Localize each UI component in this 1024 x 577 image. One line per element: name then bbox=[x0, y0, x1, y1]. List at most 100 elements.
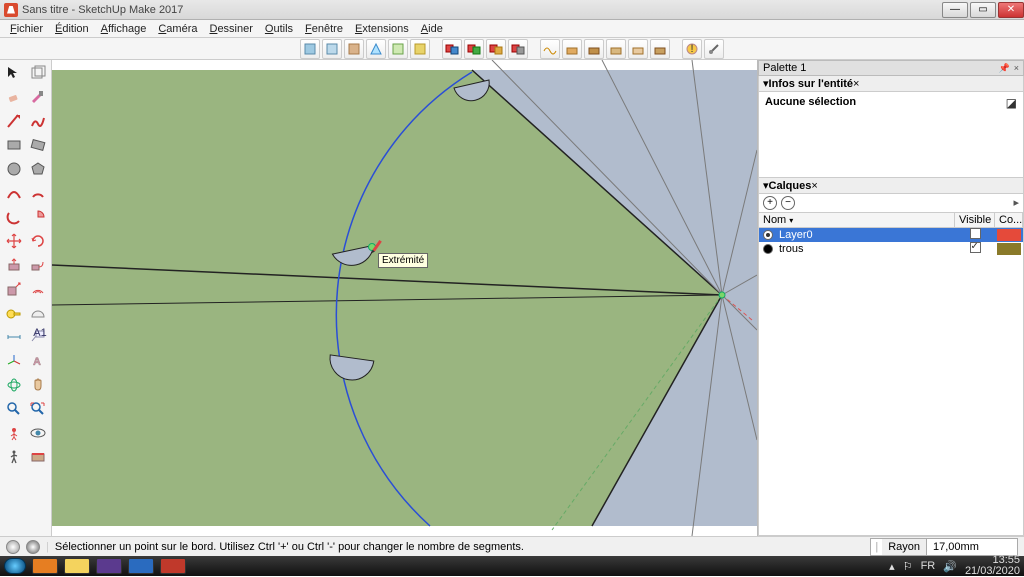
task-explorer-icon[interactable] bbox=[64, 558, 90, 574]
text-tool-icon[interactable]: A1 bbox=[27, 326, 49, 348]
task-firefox-icon[interactable] bbox=[96, 558, 122, 574]
style-shaded-icon[interactable] bbox=[300, 39, 320, 59]
layer-row[interactable]: trous bbox=[759, 242, 1023, 256]
layer-visible-checkbox[interactable] bbox=[970, 242, 981, 253]
add-layer-button[interactable]: + bbox=[763, 196, 777, 210]
rotated-rect-tool-icon[interactable] bbox=[27, 134, 49, 156]
menu-camera[interactable]: Caméra bbox=[152, 22, 203, 36]
style-mono-icon[interactable] bbox=[388, 39, 408, 59]
layer-visible-checkbox[interactable] bbox=[970, 228, 981, 239]
viewport[interactable]: Extrémité bbox=[52, 60, 757, 536]
minimize-button[interactable]: — bbox=[942, 2, 968, 18]
status-help-icon[interactable] bbox=[26, 540, 40, 554]
scale-tool-icon[interactable] bbox=[3, 278, 25, 300]
sandbox-3-icon[interactable] bbox=[584, 39, 604, 59]
axes-tool-icon[interactable] bbox=[3, 350, 25, 372]
solid-outer-shell-icon[interactable] bbox=[442, 39, 462, 59]
menu-fichier[interactable]: Fichier bbox=[4, 22, 49, 36]
layer-radio[interactable] bbox=[763, 230, 773, 240]
sandbox-2-icon[interactable] bbox=[562, 39, 582, 59]
polygon-tool-icon[interactable] bbox=[27, 158, 49, 180]
arc3-tool-icon[interactable] bbox=[3, 206, 25, 228]
tray-close-icon[interactable]: × bbox=[1014, 63, 1019, 73]
tray-volume-icon[interactable]: 🔊 bbox=[943, 560, 957, 573]
status-info-icon[interactable] bbox=[6, 540, 20, 554]
menu-aide[interactable]: Aide bbox=[415, 22, 449, 36]
circle-tool-icon[interactable] bbox=[3, 158, 25, 180]
tray-chevron-icon[interactable]: ▴ bbox=[889, 560, 895, 573]
tray-flag-icon[interactable]: ⚐ bbox=[903, 560, 913, 573]
position-camera-icon[interactable] bbox=[3, 422, 25, 444]
menu-affichage[interactable]: Affichage bbox=[95, 22, 153, 36]
layers-close-icon[interactable]: × bbox=[811, 180, 817, 192]
arc-tool-icon[interactable] bbox=[3, 182, 25, 204]
task-mediaplayer-icon[interactable] bbox=[32, 558, 58, 574]
style-xray-icon[interactable] bbox=[410, 39, 430, 59]
maximize-button[interactable]: ▭ bbox=[970, 2, 996, 18]
system-tray[interactable]: ▴ ⚐ FR 🔊 13:55 21/03/2020 bbox=[889, 555, 1020, 577]
sandbox-5-icon[interactable] bbox=[628, 39, 648, 59]
task-sketchup-icon[interactable] bbox=[160, 558, 186, 574]
component-tool-icon[interactable] bbox=[27, 62, 49, 84]
look-around-icon[interactable] bbox=[27, 422, 49, 444]
dimension-tool-icon[interactable] bbox=[3, 326, 25, 348]
layer-color-swatch[interactable] bbox=[997, 229, 1021, 241]
offset-tool-icon[interactable] bbox=[27, 278, 49, 300]
layer-row[interactable]: Layer0 bbox=[759, 228, 1023, 242]
rectangle-tool-icon[interactable] bbox=[3, 134, 25, 156]
menu-extensions[interactable]: Extensions bbox=[349, 22, 415, 36]
close-button[interactable]: ✕ bbox=[998, 2, 1024, 18]
solid-union-icon[interactable] bbox=[486, 39, 506, 59]
pushpull-tool-icon[interactable] bbox=[3, 254, 25, 276]
menu-fenetre[interactable]: Fenêtre bbox=[299, 22, 349, 36]
warning-icon[interactable]: ! bbox=[682, 39, 702, 59]
section-tool-icon[interactable] bbox=[27, 446, 49, 468]
model-view[interactable] bbox=[52, 60, 757, 536]
pan-tool-icon[interactable] bbox=[27, 374, 49, 396]
sandbox-1-icon[interactable] bbox=[540, 39, 560, 59]
followme-tool-icon[interactable] bbox=[27, 254, 49, 276]
tape-tool-icon[interactable] bbox=[3, 302, 25, 324]
line-tool-icon[interactable] bbox=[3, 110, 25, 132]
protractor-tool-icon[interactable] bbox=[27, 302, 49, 324]
3dtext-tool-icon[interactable]: A bbox=[27, 350, 49, 372]
sandbox-4-icon[interactable] bbox=[606, 39, 626, 59]
sandbox-6-icon[interactable] bbox=[650, 39, 670, 59]
style-shaded-tex-icon[interactable] bbox=[322, 39, 342, 59]
measurement-value[interactable]: 17,00mm bbox=[927, 539, 1017, 555]
solid-intersect-icon[interactable] bbox=[464, 39, 484, 59]
prefs-icon[interactable] bbox=[704, 39, 724, 59]
rotate-tool-icon[interactable] bbox=[27, 230, 49, 252]
paint-tool-icon[interactable] bbox=[27, 86, 49, 108]
style-wire-icon[interactable] bbox=[366, 39, 386, 59]
arc2-tool-icon[interactable] bbox=[27, 182, 49, 204]
tray-lang[interactable]: FR bbox=[921, 560, 936, 572]
entity-menu-icon[interactable]: ◪ bbox=[1006, 96, 1017, 110]
solid-subtract-icon[interactable] bbox=[508, 39, 528, 59]
entity-info-header[interactable]: ▾ Infos sur l'entité × bbox=[758, 76, 1024, 92]
tray-date[interactable]: 21/03/2020 bbox=[965, 566, 1020, 577]
task-mail-icon[interactable] bbox=[128, 558, 154, 574]
menu-dessiner[interactable]: Dessiner bbox=[203, 22, 258, 36]
entity-close-icon[interactable]: × bbox=[853, 78, 859, 90]
menu-edition[interactable]: Édition bbox=[49, 22, 95, 36]
tray-pin-icon[interactable]: 📌 bbox=[999, 63, 1010, 74]
start-button[interactable] bbox=[4, 558, 26, 574]
menu-outils[interactable]: Outils bbox=[259, 22, 299, 36]
style-hidden-icon[interactable] bbox=[344, 39, 364, 59]
orbit-tool-icon[interactable] bbox=[3, 374, 25, 396]
walk-tool-icon[interactable] bbox=[3, 446, 25, 468]
remove-layer-button[interactable]: − bbox=[781, 196, 795, 210]
move-tool-icon[interactable] bbox=[3, 230, 25, 252]
select-tool-icon[interactable] bbox=[3, 62, 25, 84]
layers-menu-icon[interactable]: ▸ bbox=[1013, 196, 1019, 210]
zoom-extents-tool-icon[interactable] bbox=[27, 398, 49, 420]
pie-tool-icon[interactable] bbox=[27, 206, 49, 228]
eraser-tool-icon[interactable] bbox=[3, 86, 25, 108]
zoom-tool-icon[interactable] bbox=[3, 398, 25, 420]
layers-column-header[interactable]: Nom ▾ Visible Co... bbox=[759, 213, 1023, 228]
tray-title[interactable]: Palette 1 📌 × bbox=[758, 60, 1024, 76]
taskbar[interactable]: ▴ ⚐ FR 🔊 13:55 21/03/2020 bbox=[0, 556, 1024, 576]
layers-header[interactable]: ▾ Calques × bbox=[758, 178, 1024, 194]
layer-radio[interactable] bbox=[763, 244, 773, 254]
